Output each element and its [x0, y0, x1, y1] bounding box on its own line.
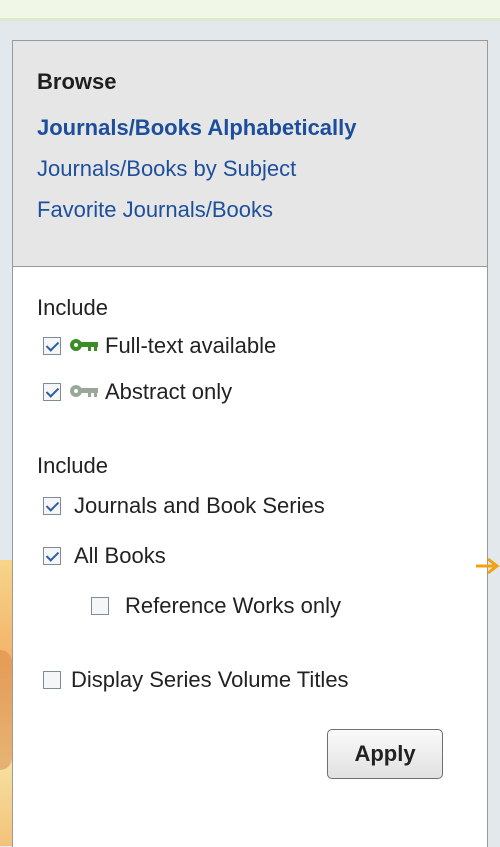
- green-key-icon: [69, 333, 99, 359]
- full-text-option[interactable]: Full-text available: [37, 321, 487, 371]
- apply-button[interactable]: Apply: [327, 729, 443, 779]
- access-filter-section: Include Full-text available Abstract onl…: [13, 267, 487, 417]
- journals-label: Journals and Book Series: [74, 493, 325, 518]
- reference-works-label: Reference Works only: [125, 593, 342, 618]
- all-books-option[interactable]: All Books: [37, 531, 487, 581]
- full-text-checkbox[interactable]: [43, 337, 61, 355]
- browse-title: Browse: [37, 69, 117, 94]
- display-titles-checkbox[interactable]: [43, 671, 61, 689]
- full-text-label: Full-text available: [105, 333, 277, 358]
- all-books-checkbox[interactable]: [43, 547, 61, 565]
- display-titles-option[interactable]: Display Series Volume Titles: [37, 655, 487, 705]
- content-include-label: Include: [37, 453, 108, 478]
- reference-works-option[interactable]: Reference Works only: [37, 581, 487, 631]
- abstract-only-option[interactable]: Abstract only: [37, 367, 487, 417]
- display-titles-label: Display Series Volume Titles: [71, 667, 349, 692]
- browse-filter-panel: Browse Journals/Books Alphabetically Jou…: [12, 40, 488, 847]
- access-include-label: Include: [37, 295, 108, 320]
- display-section: Display Series Volume Titles: [13, 631, 487, 705]
- browse-link-by-subject[interactable]: Journals/Books by Subject: [37, 156, 487, 182]
- abstract-only-checkbox[interactable]: [43, 383, 61, 401]
- background-decoration-accent: [0, 650, 12, 770]
- banner-divider: [0, 18, 500, 21]
- content-filter-section: Include Journals and Book Series All Boo…: [13, 417, 487, 631]
- right-arrow-icon: [476, 557, 500, 575]
- all-books-label: All Books: [74, 543, 166, 568]
- browse-box: Browse Journals/Books Alphabetically Jou…: [13, 41, 487, 267]
- browse-link-favorites[interactable]: Favorite Journals/Books: [37, 197, 487, 223]
- abstract-only-label: Abstract only: [105, 379, 233, 404]
- gray-key-icon: [69, 379, 99, 405]
- journals-checkbox[interactable]: [43, 497, 61, 515]
- top-banner-strip: [0, 0, 500, 18]
- browse-link-alphabetically[interactable]: Journals/Books Alphabetically: [37, 115, 487, 141]
- journals-option[interactable]: Journals and Book Series: [37, 481, 487, 531]
- reference-works-checkbox[interactable]: [91, 597, 109, 615]
